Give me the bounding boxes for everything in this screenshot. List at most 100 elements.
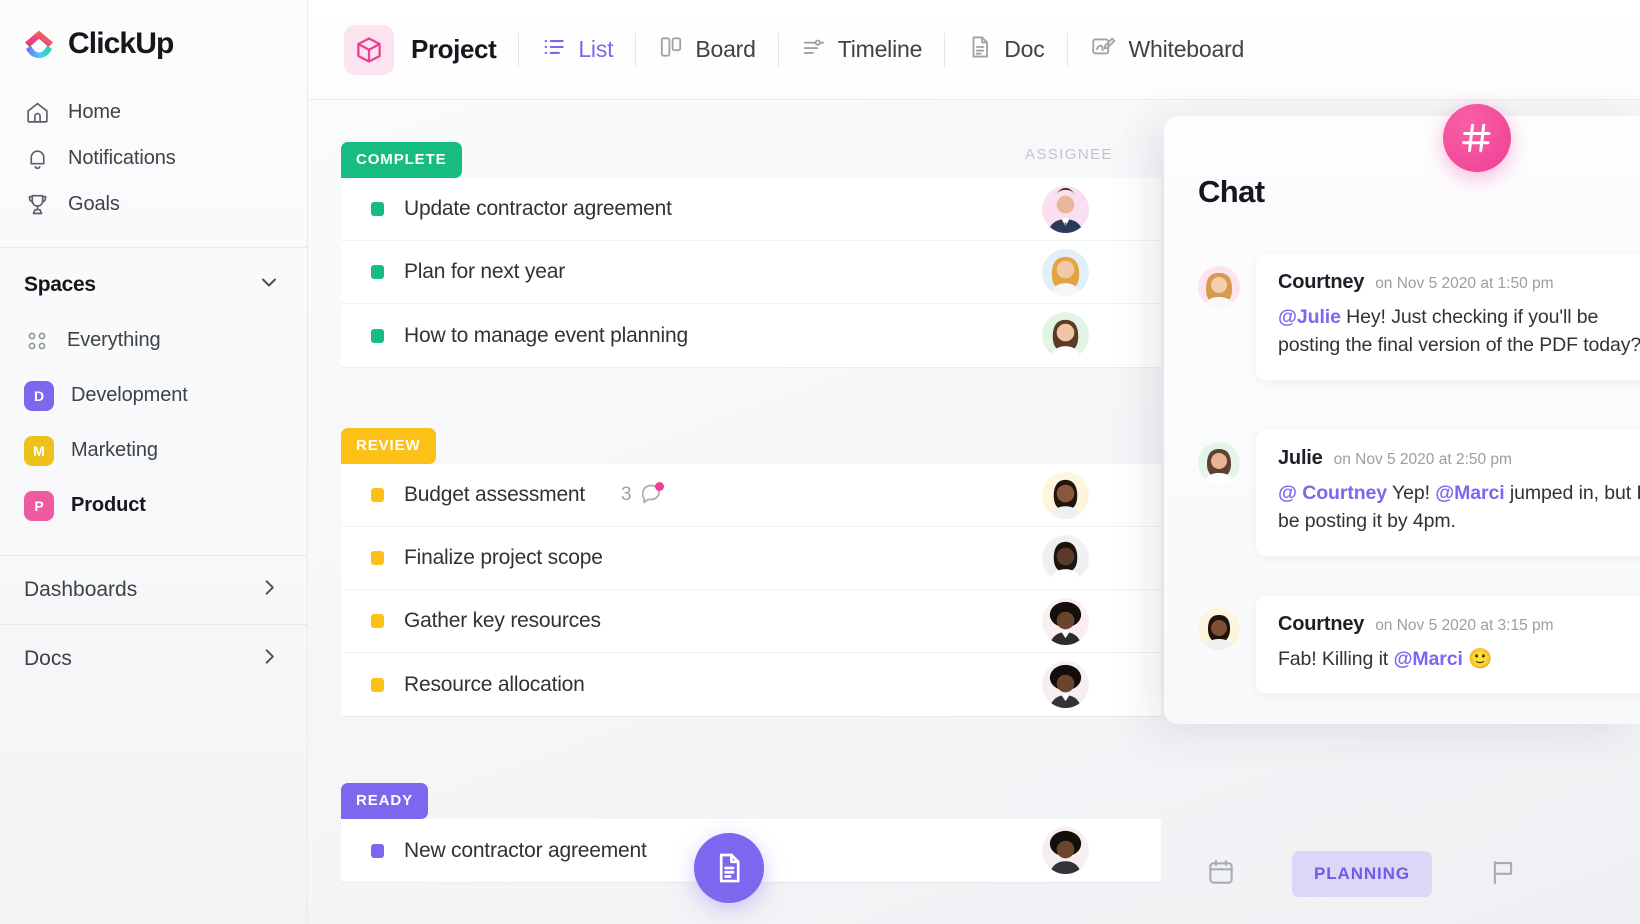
tab-list[interactable]: List	[541, 34, 614, 65]
table-row[interactable]: Finalize project scope	[341, 527, 1161, 590]
task-group-complete: COMPLETE Update contractor agreement Pla…	[341, 142, 1161, 367]
task-name: Update contractor agreement	[404, 197, 672, 220]
space-initial: M	[33, 442, 45, 459]
tab-label: Timeline	[837, 36, 923, 62]
doc-file-icon[interactable]	[694, 833, 764, 903]
avatar[interactable]	[1042, 534, 1089, 582]
status-dot	[371, 265, 384, 279]
table-row[interactable]: Plan for next year	[341, 241, 1161, 304]
sidebar-item-label: Notifications	[68, 146, 176, 169]
avatar[interactable]	[1198, 608, 1240, 650]
chevron-down-icon[interactable]	[257, 270, 281, 299]
avatar[interactable]	[1042, 248, 1089, 296]
avatar[interactable]	[1042, 827, 1089, 874]
chat-text: @ Courtney Yep! @Marci jumped in, but I'…	[1278, 479, 1640, 536]
table-row[interactable]: Budget assessment 3	[341, 464, 1161, 527]
flag-icon[interactable]	[1488, 857, 1518, 892]
chevron-right-icon	[258, 576, 281, 604]
chat-bubble: Courtney on Nov 5 2020 at 1:50 pm @Julie…	[1256, 254, 1640, 380]
table-row[interactable]: Update contractor agreement	[341, 178, 1161, 241]
sidebar-item-dashboards[interactable]: Dashboards	[0, 556, 307, 624]
tab-doc[interactable]: Doc	[967, 34, 1045, 65]
calendar-icon[interactable]	[1206, 857, 1236, 892]
tab-label: Doc	[1004, 36, 1045, 62]
topbar-divider	[1066, 32, 1068, 67]
unread-dot	[654, 481, 664, 491]
tab-whiteboard[interactable]: Whiteboard	[1090, 33, 1245, 66]
avatar[interactable]	[1042, 185, 1089, 233]
brand[interactable]: ClickUp	[0, 0, 307, 61]
bell-icon	[24, 145, 50, 171]
table-row[interactable]: Gather key resources	[341, 590, 1161, 653]
topbar: Project List Board Timeline Doc Whiteboa…	[308, 0, 1640, 100]
mention-link[interactable]: @Marci	[1393, 648, 1462, 670]
avatar[interactable]	[1042, 312, 1089, 359]
topbar-divider	[518, 32, 520, 67]
tab-timeline[interactable]: Timeline	[801, 34, 922, 65]
mention-link[interactable]: @ Courtney	[1278, 482, 1387, 504]
whiteboard-icon	[1090, 33, 1118, 66]
topbar-divider	[944, 32, 946, 67]
trophy-icon	[24, 191, 50, 217]
status-badge[interactable]: REVIEW	[341, 428, 436, 464]
board-icon	[658, 34, 684, 65]
tab-label: Whiteboard	[1128, 36, 1245, 62]
chat-text: @Julie Hey! Just checking if you'll be p…	[1278, 303, 1640, 360]
avatar[interactable]	[1042, 661, 1089, 708]
chat-author: Courtney	[1278, 271, 1365, 293]
sidebar-item-development[interactable]: D Development	[0, 368, 307, 423]
avatar[interactable]	[1042, 471, 1089, 519]
sidebar-item-goals[interactable]: Goals	[0, 181, 307, 227]
timeline-icon	[801, 34, 827, 65]
table-row[interactable]: How to manage event planning	[341, 304, 1161, 367]
sidebar-item-label: Goals	[68, 192, 120, 215]
sidebar-item-label: Home	[68, 100, 121, 123]
avatar[interactable]	[1198, 266, 1240, 308]
space-badge-product: P	[24, 490, 54, 521]
space-label: Marketing	[71, 439, 158, 461]
avatar[interactable]	[1042, 597, 1089, 645]
space-label: Development	[71, 384, 188, 406]
topbar-divider	[777, 32, 779, 67]
tab-label: List	[578, 36, 614, 62]
avatar[interactable]	[1198, 442, 1240, 484]
status-badge[interactable]: COMPLETE	[341, 142, 462, 178]
sidebar-item-marketing[interactable]: M Marketing	[0, 423, 307, 478]
cube-icon[interactable]	[344, 24, 394, 75]
chat-message-header: Courtney on Nov 5 2020 at 3:15 pm	[1278, 613, 1640, 636]
chat-text: Fab! Killing it @Marci 🙂	[1278, 645, 1640, 673]
brand-name: ClickUp	[68, 27, 174, 60]
comment-indicator[interactable]: 3	[621, 481, 664, 510]
topbar-divider	[635, 32, 637, 67]
status-dot	[371, 202, 384, 216]
status-badge-planning[interactable]: PLANNING	[1292, 851, 1432, 897]
sidebar-item-home[interactable]: Home	[0, 89, 307, 135]
chat-message: Courtney on Nov 5 2020 at 1:50 pm @Julie…	[1198, 254, 1640, 380]
table-row[interactable]: Resource allocation	[341, 653, 1161, 716]
mention-link[interactable]: @Marci	[1435, 482, 1504, 504]
sidebar-item-everything[interactable]: Everything	[0, 313, 307, 368]
status-dot	[371, 328, 384, 343]
sidebar-item-notifications[interactable]: Notifications	[0, 135, 307, 181]
status-dot	[371, 614, 384, 628]
status-badge[interactable]: READY	[341, 783, 429, 819]
chat-title: Chat	[1198, 174, 1265, 209]
mention-link[interactable]: @Julie	[1278, 306, 1341, 328]
task-group-review: REVIEW Budget assessment 3 Finalize proj…	[341, 428, 1161, 716]
chevron-right-icon	[258, 645, 281, 673]
page-title: Project	[411, 34, 497, 64]
task-name: Budget assessment	[404, 483, 586, 506]
sidebar-item-docs[interactable]: Docs	[0, 625, 307, 693]
spaces-header[interactable]: Spaces	[0, 248, 307, 299]
chat-text-body: Fab! Killing it	[1278, 648, 1394, 670]
sidebar-item-product[interactable]: P Product	[0, 478, 307, 533]
tab-label: Board	[695, 36, 756, 62]
status-dot	[371, 488, 384, 502]
space-badge-marketing: M	[24, 435, 54, 466]
chat-message: Julie on Nov 5 2020 at 2:50 pm @ Courtne…	[1198, 430, 1640, 556]
comment-bubble-icon	[639, 481, 664, 510]
hash-icon[interactable]	[1443, 104, 1511, 172]
task-name: Plan for next year	[404, 260, 565, 283]
tab-board[interactable]: Board	[658, 34, 756, 65]
chat-message: Courtney on Nov 5 2020 at 3:15 pm Fab! K…	[1198, 596, 1640, 694]
